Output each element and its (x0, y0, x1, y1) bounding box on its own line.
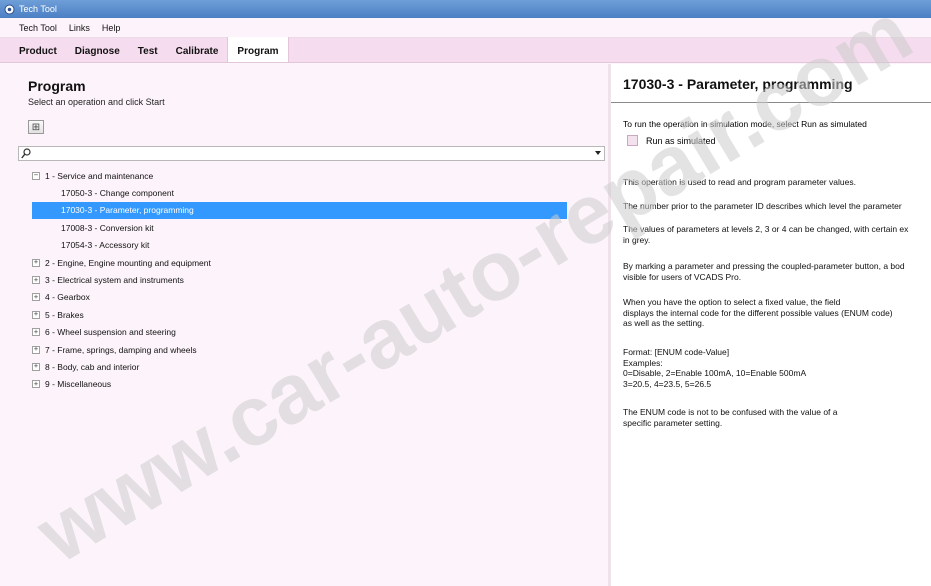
description-line: 3=20.5, 4=23.5, 5=26.5 (623, 378, 712, 389)
run-simulated-checkbox[interactable] (627, 135, 638, 146)
collapse-icon[interactable]: − (32, 171, 40, 180)
simulation-note: To run the operation in simulation mode,… (623, 119, 867, 129)
tree-category-label: 3 - Electrical system and instruments (45, 275, 184, 286)
tab-test[interactable]: Test (129, 37, 167, 62)
tree-category-9[interactable]: + 9 - Miscellaneous (32, 376, 572, 393)
description-line: When you have the option to select a fix… (623, 297, 841, 307)
tab-program[interactable]: Program (227, 37, 289, 62)
dropdown-arrow-icon[interactable] (595, 151, 601, 155)
tree-category-2[interactable]: + 2 - Engine, Engine mounting and equipm… (32, 254, 572, 271)
tree-category-label: 6 - Wheel suspension and steering (45, 327, 176, 338)
description-line: By marking a parameter and pressing the … (623, 261, 905, 271)
description-line: Examples: (623, 357, 663, 368)
expand-icon[interactable]: + (32, 345, 40, 354)
page-subtitle: Select an operation and click Start (28, 97, 165, 107)
main-tabs: Product Diagnose Test Calibrate Program (0, 37, 931, 63)
window-titlebar: Tech Tool (0, 0, 931, 18)
description-paragraph: Format: [ENUM code-Value] Examples: 0=Di… (623, 347, 806, 389)
tree-item-selected[interactable]: 17030-3 - Parameter, programming (32, 201, 567, 220)
expand-icon[interactable]: + (32, 310, 40, 319)
tree-item-label: 17054-3 - Accessory kit (61, 240, 150, 251)
app-icon (3, 3, 15, 15)
description-line: The ENUM code is not to be confused with… (623, 407, 838, 417)
tab-diagnose[interactable]: Diagnose (66, 37, 129, 62)
run-simulated-option[interactable]: Run as simulated (627, 135, 716, 146)
expand-icon[interactable]: + (32, 276, 40, 285)
description-line: The number prior to the parameter ID des… (623, 201, 902, 211)
tree-category-6[interactable]: + 6 - Wheel suspension and steering (32, 324, 572, 341)
tree-category-label: 4 - Gearbox (45, 292, 90, 303)
tree-category-8[interactable]: + 8 - Body, cab and interior (32, 358, 572, 375)
description-line: This operation is used to read and progr… (623, 177, 856, 187)
window-title: Tech Tool (19, 4, 57, 14)
description-paragraph: The number prior to the parameter ID des… (623, 201, 902, 212)
description-line: 0=Disable, 2=Enable 100mA, 10=Enable 500… (623, 368, 807, 378)
menu-bar: Tech Tool Links Help (0, 18, 931, 38)
title-divider (611, 102, 931, 103)
expand-icon[interactable]: + (32, 380, 40, 389)
description-paragraph: The values of parameters at levels 2, 3 … (623, 224, 908, 245)
description-line: specific parameter setting. (623, 417, 723, 428)
tree-item[interactable]: 17008-3 - Conversion kit (32, 219, 572, 236)
tree-item-label: 17008-3 - Conversion kit (61, 222, 154, 233)
run-simulated-label[interactable]: Run as simulated (646, 136, 716, 146)
operation-list-pane: Program Select an operation and click St… (10, 64, 608, 586)
description-paragraph: By marking a parameter and pressing the … (623, 261, 905, 282)
operation-tree: − 1 - Service and maintenance 17050-3 - … (32, 167, 572, 393)
menu-links[interactable]: Links (69, 23, 90, 33)
tree-category-7[interactable]: + 7 - Frame, springs, damping and wheels (32, 341, 572, 358)
tree-category-label: 7 - Frame, springs, damping and wheels (45, 344, 197, 355)
description-line: as well as the setting. (623, 318, 705, 328)
tree-category-4[interactable]: + 4 - Gearbox (32, 289, 572, 306)
description-line: in grey. (623, 234, 651, 245)
expand-all-button[interactable]: ⊞ (28, 120, 44, 134)
operation-detail-pane: 17030-3 - Parameter, programming To run … (611, 64, 931, 586)
description-line: visible for users of VCADS Pro. (623, 271, 742, 282)
expand-icon[interactable]: + (32, 258, 40, 267)
description-paragraph: When you have the option to select a fix… (623, 297, 893, 329)
expand-icon[interactable]: + (32, 328, 40, 337)
description-line: The values of parameters at levels 2, 3 … (623, 224, 909, 234)
detail-title: 17030-3 - Parameter, programming (623, 76, 853, 92)
tab-product[interactable]: Product (10, 37, 66, 62)
description-line: Format: [ENUM code-Value] (623, 347, 730, 357)
menu-help[interactable]: Help (102, 23, 121, 33)
tree-item-label: 17030-3 - Parameter, programming (61, 205, 194, 216)
tree-category-label: 2 - Engine, Engine mounting and equipmen… (45, 257, 211, 268)
tree-item-label: 17050-3 - Change component (61, 188, 174, 199)
search-box[interactable] (18, 146, 605, 161)
tree-category-1[interactable]: − 1 - Service and maintenance (32, 167, 572, 184)
page-title: Program (28, 78, 86, 94)
tree-item[interactable]: 17050-3 - Change component (32, 184, 572, 201)
search-input[interactable] (33, 147, 588, 160)
menu-tech-tool[interactable]: Tech Tool (19, 23, 57, 33)
tree-item[interactable]: 17054-3 - Accessory kit (32, 237, 572, 254)
tree-category-5[interactable]: + 5 - Brakes (32, 306, 572, 323)
expand-icon[interactable]: + (32, 293, 40, 302)
tree-category-label: 8 - Body, cab and interior (45, 361, 140, 372)
tree-category-label: 9 - Miscellaneous (45, 379, 112, 390)
tree-category-label: 5 - Brakes (45, 309, 84, 320)
description-line: displays the internal code for the diffe… (623, 307, 893, 318)
tab-calibrate[interactable]: Calibrate (167, 37, 228, 62)
tree-category-3[interactable]: + 3 - Electrical system and instruments (32, 271, 572, 288)
description-paragraph: This operation is used to read and progr… (623, 177, 856, 188)
tree-category-label: 1 - Service and maintenance (45, 170, 154, 181)
search-icon (21, 148, 31, 159)
description-paragraph: The ENUM code is not to be confused with… (623, 407, 838, 428)
expand-icon[interactable]: + (32, 362, 40, 371)
